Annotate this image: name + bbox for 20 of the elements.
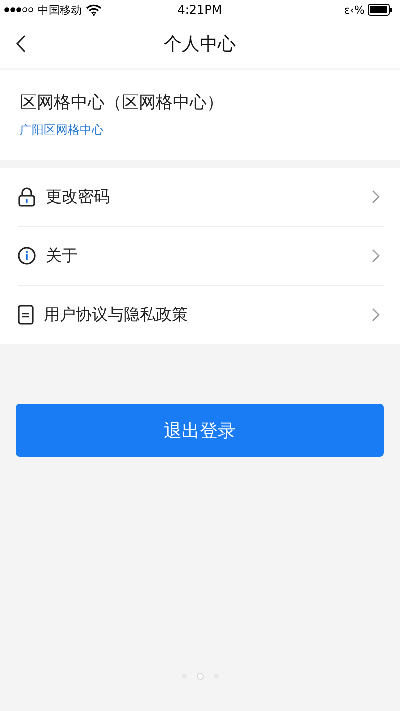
signal-icon: [4, 7, 34, 13]
battery-icon: [368, 4, 392, 16]
lock-icon: [18, 187, 36, 207]
status-time: 4:21PM: [178, 3, 222, 17]
chevron-icon: [372, 308, 380, 322]
organization-name: 广阳区网格中心: [20, 122, 104, 139]
chevron-icon: [372, 249, 380, 263]
battery-percent: ɛ‹%: [344, 4, 365, 16]
document-icon: [18, 305, 34, 325]
chevron-icon: [372, 190, 380, 204]
info-icon: [18, 247, 36, 265]
page-title: 个人中心: [164, 33, 236, 56]
carrier-name: 中国移动: [38, 2, 82, 18]
user-name: 区网格中心（区网格中心）: [20, 92, 224, 114]
menu-item[interactable]: 关于: [18, 227, 384, 286]
menu-item[interactable]: 更改密码: [18, 168, 384, 227]
menu-item[interactable]: 用户协议与隐私政策: [18, 286, 384, 344]
back-icon[interactable]: [16, 35, 26, 53]
wifi-icon: [86, 4, 102, 16]
logout-button[interactable]: 退出登录: [16, 404, 384, 457]
